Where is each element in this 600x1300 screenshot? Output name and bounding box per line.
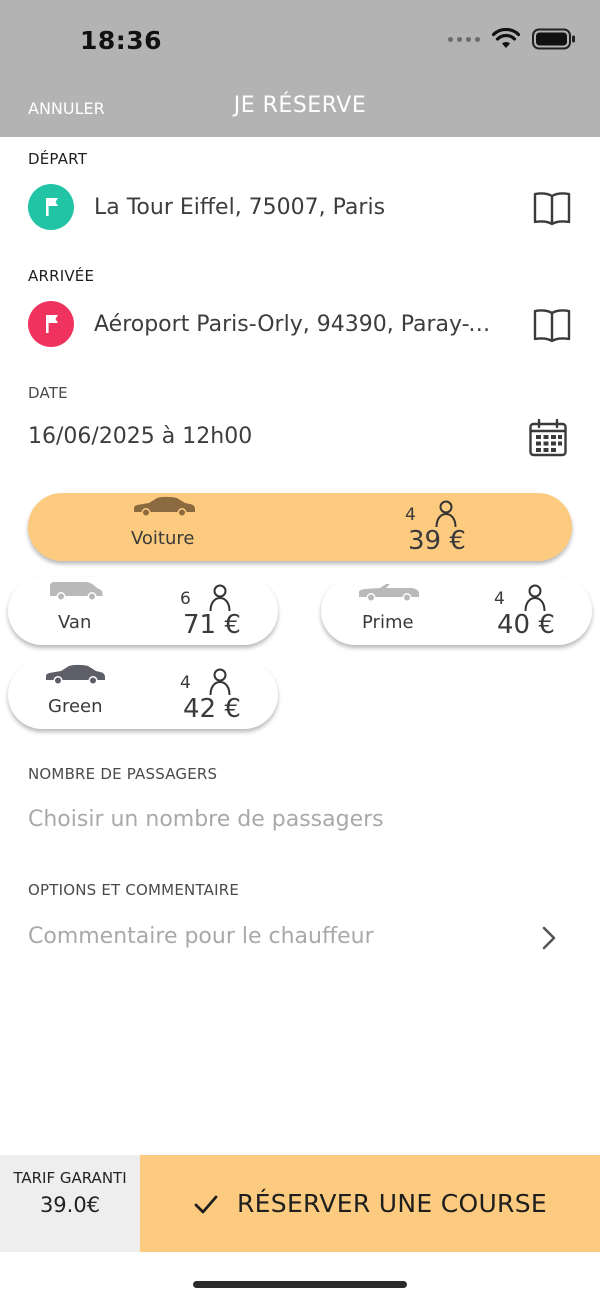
calendar-icon[interactable] (528, 419, 568, 457)
vehicle-option-voiture[interactable]: Voiture 4 39 € (28, 493, 572, 561)
vehicle-price: 42 € (183, 694, 241, 724)
arrival-flag-icon (28, 301, 74, 347)
vehicle-option-prime[interactable]: Prime 4 40 € (321, 577, 592, 645)
convertible-icon (359, 584, 419, 602)
van-icon (50, 582, 103, 601)
guaranteed-fare: TARIF GARANTI 39.0€ (0, 1155, 140, 1252)
date-label: DATE (28, 384, 68, 402)
departure-field[interactable]: La Tour Eiffel, 75007, Paris (28, 182, 572, 232)
car-icon (134, 496, 195, 517)
arrival-address: Aéroport Paris-Orly, 94390, Paray-Vieill… (94, 311, 494, 337)
chevron-right-icon[interactable] (540, 925, 558, 951)
vehicle-name: Green (48, 696, 103, 717)
person-icon (524, 584, 546, 612)
signal-icon (448, 36, 480, 42)
vehicle-name: Prime (362, 612, 414, 633)
vehicle-option-van[interactable]: Van 6 71 € (8, 577, 278, 645)
passenger-count: 4 (405, 505, 416, 525)
arrival-label: ARRIVÉE (28, 267, 95, 285)
address-book-icon[interactable] (532, 190, 572, 226)
departure-address: La Tour Eiffel, 75007, Paris (94, 194, 386, 220)
departure-flag-icon (28, 184, 74, 230)
passenger-count: 4 (494, 589, 505, 609)
person-icon (209, 668, 231, 696)
passenger-count: 4 (180, 673, 191, 693)
passenger-count: 6 (180, 589, 191, 609)
person-icon (435, 500, 457, 528)
fare-value: 39.0€ (39, 1193, 101, 1217)
departure-label: DÉPART (28, 150, 88, 168)
person-icon (209, 584, 231, 612)
vehicle-option-green[interactable]: Green 4 42 € (8, 661, 278, 729)
address-book-icon[interactable] (532, 307, 572, 343)
battery-icon (532, 28, 575, 50)
vehicle-price: 71 € (183, 610, 241, 640)
status-time: 18:36 (80, 26, 163, 55)
car-icon (46, 664, 105, 685)
book-ride-button[interactable]: RÉSERVER UNE COURSE (140, 1155, 600, 1252)
vehicle-name: Van (58, 612, 92, 633)
arrival-field[interactable]: Aéroport Paris-Orly, 94390, Paray-Vieill… (28, 299, 572, 349)
status-icons (448, 28, 576, 50)
book-ride-label: RÉSERVER UNE COURSE (237, 1189, 547, 1218)
wifi-icon (492, 28, 520, 48)
comment-field[interactable]: Commentaire pour le chauffeur (28, 924, 374, 949)
passengers-select[interactable]: Choisir un nombre de passagers (28, 807, 384, 832)
fare-label: TARIF GARANTI (13, 1169, 127, 1187)
date-value[interactable]: 16/06/2025 à 12h00 (28, 424, 252, 449)
page-title: JE RÉSERVE (233, 93, 367, 118)
vehicle-name: Voiture (131, 528, 195, 549)
passengers-label: NOMBRE DE PASSAGERS (28, 765, 218, 783)
vehicle-price: 40 € (497, 610, 555, 640)
home-indicator[interactable] (193, 1281, 407, 1288)
vehicle-price: 39 € (408, 526, 466, 556)
checkmark-icon (194, 1195, 218, 1213)
options-label: OPTIONS ET COMMENTAIRE (28, 881, 240, 899)
header-bar: 18:36 ANNULER JE RÉSERVE (0, 0, 600, 137)
